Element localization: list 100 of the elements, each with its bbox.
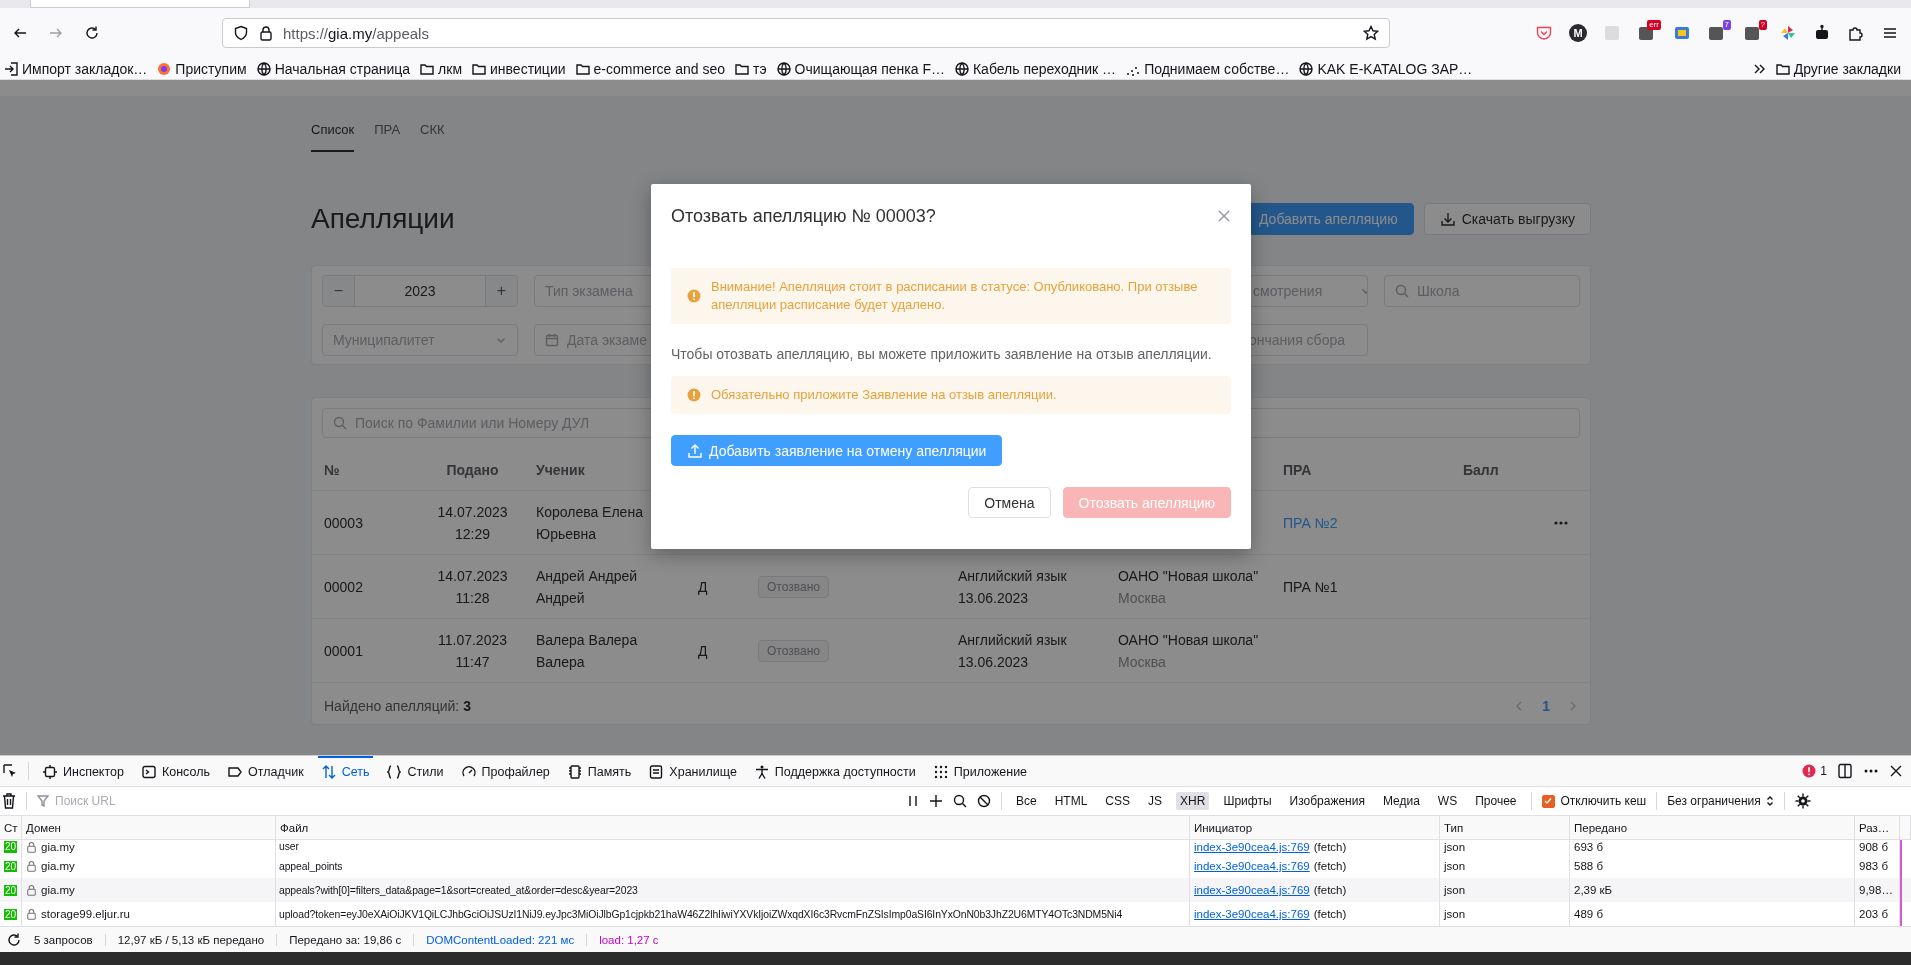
- bookmark-item[interactable]: Очищающая пенка F…: [776, 60, 945, 77]
- devtools-tab[interactable]: Инспектор: [39, 756, 128, 786]
- more-icon[interactable]: [1863, 768, 1879, 774]
- close-icon[interactable]: [1889, 764, 1903, 778]
- date-text: 14.07.2023: [437, 502, 508, 522]
- initiator-cause: (fetch): [1313, 841, 1347, 853]
- type-text: json: [1440, 840, 1570, 854]
- bookmark-item[interactable]: тэ: [735, 60, 767, 77]
- column-header: Балл: [1462, 462, 1500, 478]
- responsive-mode-icon[interactable]: [1837, 763, 1853, 779]
- settings-icon[interactable]: [1794, 793, 1811, 809]
- pause-icon[interactable]: [907, 794, 919, 808]
- status-code: 20: [4, 908, 18, 920]
- download-button[interactable]: Скачать выгрузку: [1423, 202, 1591, 235]
- table-cell-text: Д: [697, 578, 709, 595]
- extension-icon[interactable]: M: [1569, 24, 1587, 42]
- throttling-select[interactable]: Без ограничения: [1667, 794, 1774, 808]
- extension-badge: ?: [1758, 20, 1767, 30]
- page-tab[interactable]: Список: [311, 108, 355, 152]
- exam-date: 13.06.2023: [958, 588, 1030, 608]
- devtools-tab[interactable]: Память: [563, 756, 636, 786]
- type-filter[interactable]: Медиа: [1378, 792, 1424, 810]
- pinwheel-icon[interactable]: [1779, 24, 1797, 42]
- size-text: 908 б: [1855, 840, 1900, 854]
- globe-icon: [1299, 61, 1314, 76]
- address-text: https://gia.my/appeals: [283, 24, 429, 42]
- bookmark-item[interactable]: Начальная страница: [256, 60, 411, 77]
- exam-name: Английский язык: [958, 630, 1068, 650]
- application-icon: [933, 765, 948, 779]
- lock-icon[interactable]: [259, 25, 273, 41]
- type-filter[interactable]: JS: [1144, 792, 1167, 810]
- bookmark-item[interactable]: инвестиции: [472, 60, 566, 77]
- pocket-icon[interactable]: [1535, 24, 1553, 42]
- cancel-button[interactable]: Отмена: [968, 487, 1051, 518]
- decrement-button[interactable]: −: [323, 276, 355, 306]
- initiator-link[interactable]: index-3e90cea4.js:769: [1194, 860, 1310, 872]
- devtools-tab[interactable]: Хранилище: [645, 756, 741, 786]
- trash-icon[interactable]: [2, 793, 16, 809]
- school-name: ОАНО "Новая школа": [1118, 630, 1259, 650]
- devtools-tab[interactable]: Отладчик: [224, 756, 308, 786]
- initiator-link[interactable]: index-3e90cea4.js:769: [1194, 841, 1310, 853]
- folder-icon: [1775, 61, 1790, 76]
- plus-icon[interactable]: [929, 794, 943, 808]
- exam-date: 13.06.2023: [958, 652, 1030, 672]
- initiator-cause: (fetch): [1313, 884, 1347, 896]
- error-counter[interactable]: 1: [1802, 764, 1827, 778]
- bookmark-item[interactable]: Поднимаем собстве…: [1126, 60, 1290, 77]
- bookmark-item[interactable]: Кабель переходник …: [954, 60, 1117, 77]
- search-icon[interactable]: [953, 794, 967, 808]
- filter-icon: [37, 795, 49, 807]
- memory-icon: [567, 765, 582, 779]
- extension-icon[interactable]: [1673, 24, 1691, 42]
- year-value: 2023: [403, 282, 437, 301]
- type-filter[interactable]: CSS: [1101, 792, 1135, 810]
- initiator-link[interactable]: index-3e90cea4.js:769: [1194, 908, 1310, 920]
- puzzle-icon[interactable]: [1847, 24, 1865, 42]
- bookmark-folder[interactable]: Другие закладки: [1775, 60, 1901, 77]
- bookmark-item[interactable]: Импорт закладок…: [4, 60, 148, 77]
- column-header: №: [323, 462, 341, 478]
- type-filter[interactable]: Все: [1012, 792, 1041, 810]
- year-stepper[interactable]: − 2023 +: [322, 275, 518, 307]
- devtools-tab[interactable]: Стили: [383, 756, 448, 786]
- devtools-tab[interactable]: Поддержка доступности: [750, 756, 920, 786]
- reload-icon[interactable]: [84, 25, 100, 41]
- type-filter[interactable]: Шрифты: [1219, 792, 1276, 810]
- table-cell-text: Д: [697, 642, 709, 659]
- bookmark-item[interactable]: Приступим: [157, 60, 247, 77]
- globe-icon: [256, 61, 271, 76]
- address-bar[interactable]: https://gia.my/appeals: [222, 18, 1390, 48]
- initiator-cause: (fetch): [1313, 860, 1347, 872]
- devtools-tab[interactable]: Профайлер: [457, 756, 554, 786]
- column-header: Тип: [1440, 816, 1570, 839]
- lock-icon: [26, 908, 37, 920]
- storage-icon: [649, 765, 664, 779]
- inspector-icon: [43, 765, 57, 779]
- element-picker-icon[interactable]: [2, 763, 18, 779]
- devtools-tab[interactable]: Приложение: [929, 756, 1032, 786]
- type-filter[interactable]: Изображения: [1285, 792, 1369, 810]
- block-icon[interactable]: [977, 794, 991, 808]
- devtools-tab[interactable]: Консоль: [137, 756, 214, 786]
- column-header: Инициатор: [1190, 816, 1440, 839]
- bookmark-item[interactable]: KAK E-KATALOG ЗАР…: [1299, 60, 1473, 77]
- type-filter[interactable]: XHR: [1176, 792, 1210, 810]
- type-filter[interactable]: HTML: [1050, 792, 1092, 810]
- robot-icon[interactable]: [1813, 24, 1831, 42]
- initiator-link[interactable]: index-3e90cea4.js:769: [1194, 884, 1310, 896]
- summary-text: load: 1,27 с: [598, 934, 660, 946]
- column-header: Домен: [22, 816, 276, 839]
- city-name: Москва: [1118, 588, 1167, 608]
- found-count: Найдено апелляций: 3: [324, 698, 471, 714]
- bookmark-item[interactable]: лкм: [420, 60, 462, 77]
- shield-icon[interactable]: [233, 25, 249, 41]
- time-text: 11:47: [455, 652, 490, 672]
- type-filter[interactable]: WS: [1433, 792, 1462, 810]
- type-filter[interactable]: Прочее: [1471, 792, 1521, 810]
- checkbox[interactable]: [1541, 794, 1555, 808]
- star-icon[interactable]: [1363, 25, 1379, 41]
- size-text: 9,98…: [1855, 878, 1900, 902]
- bookmark-item[interactable]: e-commerce and seo: [575, 60, 726, 77]
- domain-text: gia.my: [41, 841, 75, 853]
